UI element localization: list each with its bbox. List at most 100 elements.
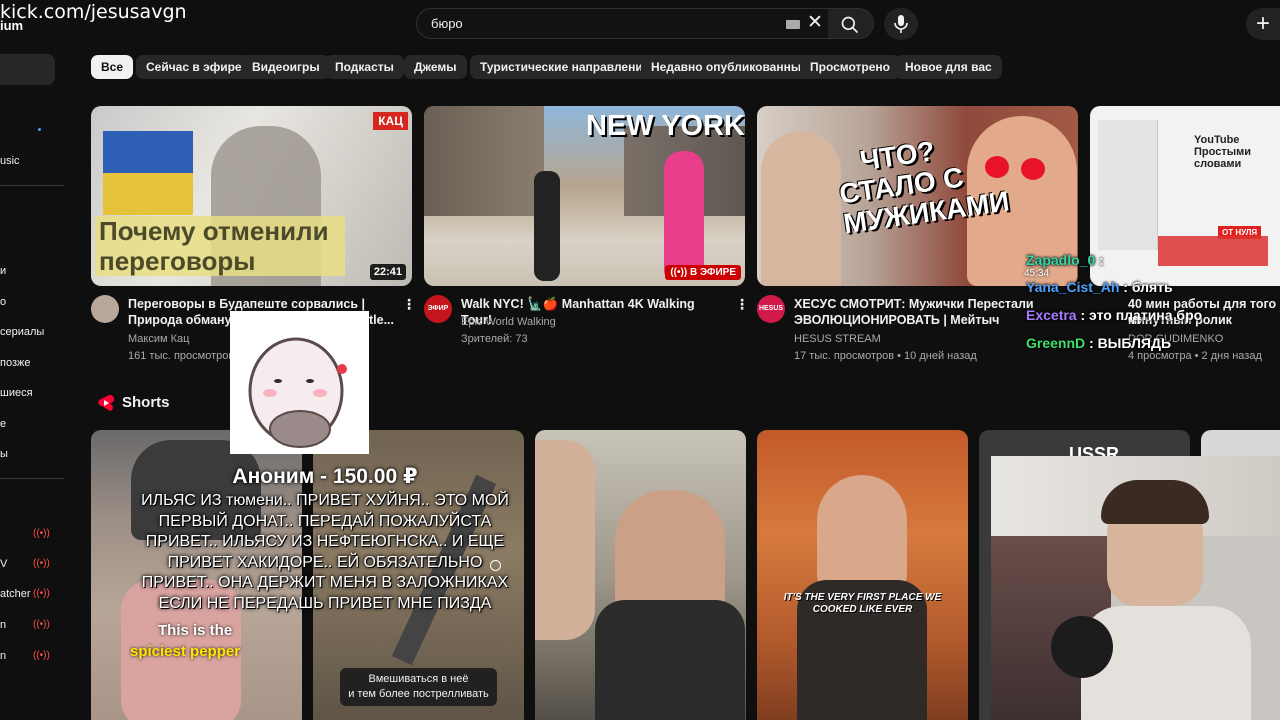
live-badge: ((•)) В ЭФИРЕ xyxy=(665,265,741,280)
screenshot-sidebar xyxy=(1098,120,1158,250)
streamer-hair xyxy=(1101,480,1209,524)
video-meta: 161 тыс. просмотров xyxy=(128,350,235,362)
live-icon: ((•)) xyxy=(33,528,50,539)
chip-watched[interactable]: Просмотрено xyxy=(800,55,901,79)
stream-url-overlay: kick.com/jesusavgn xyxy=(0,1,187,23)
thumbnail-headline: Почему отменили переговоры xyxy=(95,216,345,276)
mic-icon xyxy=(894,15,908,33)
keyboard-icon[interactable] xyxy=(786,20,800,29)
avatar[interactable]: HESUS xyxy=(757,295,785,323)
thumbnail-headline: NEW YORK xyxy=(586,110,745,142)
shorts-icon xyxy=(98,394,114,411)
video-thumbnail[interactable]: КАЦ Почему отменили переговоры 22:41 xyxy=(91,106,412,286)
kebab-menu-icon[interactable]: ⋮ xyxy=(402,296,416,313)
subtitle-line-1: Вмешиваться в неё xyxy=(368,673,469,685)
sidebar-divider xyxy=(0,478,64,479)
flag-blue-stripe xyxy=(103,131,193,173)
avatar[interactable]: ЭФИР xyxy=(424,295,452,323)
person-walking xyxy=(534,171,560,281)
video-title[interactable]: 40 мин работы для того чт xyxy=(1128,296,1280,328)
search-button[interactable] xyxy=(828,8,874,39)
chat-username: Zapadlo_0 xyxy=(1026,252,1096,268)
heart-eye-right xyxy=(1021,158,1045,180)
sidebar-item-series[interactable]: сериалы xyxy=(0,326,44,338)
create-button[interactable]: + xyxy=(1246,8,1280,40)
short-card[interactable] xyxy=(535,430,746,720)
sidebar-sub-watcher[interactable]: atcher xyxy=(0,588,31,600)
short-caption-white: This is the xyxy=(158,622,233,639)
person-pink-shirt xyxy=(664,151,704,276)
chip-travel[interactable]: Туристические направления xyxy=(470,55,660,79)
chat-username: Yana_Cist_Ah xyxy=(1026,279,1120,295)
cat-sticker-overlay xyxy=(230,311,369,454)
donation-message: ИЛЬЯС ИЗ тюмени.. ПРИВЕТ ХУЙНЯ.. ЭТО МОЙ… xyxy=(141,492,509,612)
person-shirt xyxy=(595,600,745,720)
sidebar-sub-n2[interactable]: n xyxy=(0,650,6,662)
heart-eye-left xyxy=(985,156,1009,178)
thumbnail-headline: YouTube Простыми словами xyxy=(1194,134,1251,170)
video-title-tail: tle... xyxy=(369,313,395,327)
channel-name[interactable]: Максим Кац xyxy=(128,333,189,345)
chat-message: Zapadlo_0 : xyxy=(1026,252,1104,268)
chat-message: Yana_Cist_Ah : блять xyxy=(1026,279,1173,295)
video-timer: 45:34 xyxy=(1024,268,1050,279)
sidebar-item-music[interactable]: usic xyxy=(0,155,20,167)
avatar[interactable] xyxy=(91,295,119,323)
voice-search-button[interactable] xyxy=(884,8,918,40)
video-meta: Зрителей: 73 xyxy=(461,333,528,345)
short-caption-yellow: spiciest pepper xyxy=(130,643,241,660)
short-card[interactable]: IT'S THE VERY FIRST PLACE WE COOKED LIKE… xyxy=(757,430,968,720)
short-caption: IT'S THE VERY FIRST PLACE WE COOKED LIKE… xyxy=(783,592,942,615)
target-icon xyxy=(490,560,501,571)
short-subtitle-box: Вмешиваться в неё и тем более постреллив… xyxy=(340,668,497,706)
sidebar-sub-v[interactable]: V xyxy=(0,558,7,570)
sidebar-item-2[interactable]: о xyxy=(0,296,6,308)
thumbnail-headline: ЧТО? СТАЛО С МУЖИКАМИ xyxy=(837,135,1012,240)
cat-sticker-image xyxy=(248,337,347,448)
channel-name[interactable]: Epic World Walking xyxy=(461,316,556,328)
person-face xyxy=(817,475,907,595)
sidebar-item-5[interactable]: е xyxy=(0,418,6,430)
live-icon: ((•)) xyxy=(33,619,50,630)
search-icon xyxy=(841,16,859,34)
sidebar-item-liked[interactable]: шиеся xyxy=(0,387,33,399)
chip-all[interactable]: Все xyxy=(91,55,134,79)
chip-live[interactable]: Сейчас в эфире xyxy=(136,55,252,79)
chip-videogames[interactable]: Видеоигры xyxy=(242,55,330,79)
kebab-menu-icon[interactable]: ⋮ xyxy=(735,296,749,313)
live-icon: ((•)) xyxy=(33,588,50,599)
building-left xyxy=(424,106,544,216)
streamer-webcam xyxy=(991,456,1280,720)
sidebar-item-6[interactable]: ы xyxy=(0,448,8,460)
sidebar-item-home[interactable] xyxy=(0,54,55,85)
chat-username: GreennD xyxy=(1026,335,1086,351)
channel-badge: КАЦ xyxy=(373,112,408,130)
microphone xyxy=(1051,616,1113,678)
chat-username: Excetra xyxy=(1026,307,1077,323)
donation-header: Аноним - 150.00 ₽ xyxy=(232,465,418,488)
live-icon: ((•)) xyxy=(33,650,50,661)
flag-yellow-stripe xyxy=(103,173,193,215)
chip-new-for-you[interactable]: Новое для вас xyxy=(895,55,1002,79)
chip-podcasts[interactable]: Подкасты xyxy=(325,55,404,79)
logo-fragment: ium xyxy=(0,18,24,33)
donation-alert: Аноним - 150.00 ₽ ИЛЬЯС ИЗ тюмени.. ПРИВ… xyxy=(130,464,520,614)
chip-jams[interactable]: Джемы xyxy=(404,55,467,79)
video-meta: 17 тыс. просмотров • 10 дней назад xyxy=(794,350,977,362)
video-thumbnail[interactable]: NEW YORK ((•)) В ЭФИРЕ xyxy=(424,106,745,286)
chat-text: : xyxy=(1099,252,1104,268)
sidebar-item-watch-later[interactable]: позже xyxy=(0,357,30,369)
search-input[interactable]: бюро ✕ xyxy=(416,8,834,39)
sidebar-item-1[interactable]: и xyxy=(0,265,6,277)
chip-recently-uploaded[interactable]: Недавно опубликованные xyxy=(641,55,818,79)
sidebar-divider xyxy=(0,185,64,186)
duration-badge: 22:41 xyxy=(369,264,406,280)
person-left-face xyxy=(535,440,595,640)
channel-name[interactable]: HESUS STREAM xyxy=(794,333,881,345)
chat-text: : ВЫБЛЯДЬ xyxy=(1089,335,1172,351)
live-icon: ((•)) xyxy=(33,558,50,569)
shorts-section-title: Shorts xyxy=(122,394,170,411)
sidebar-sub-n1[interactable]: n xyxy=(0,619,6,631)
clear-icon[interactable]: ✕ xyxy=(807,12,823,34)
subtitle-line-2: и тем более пострелливать xyxy=(348,688,489,700)
